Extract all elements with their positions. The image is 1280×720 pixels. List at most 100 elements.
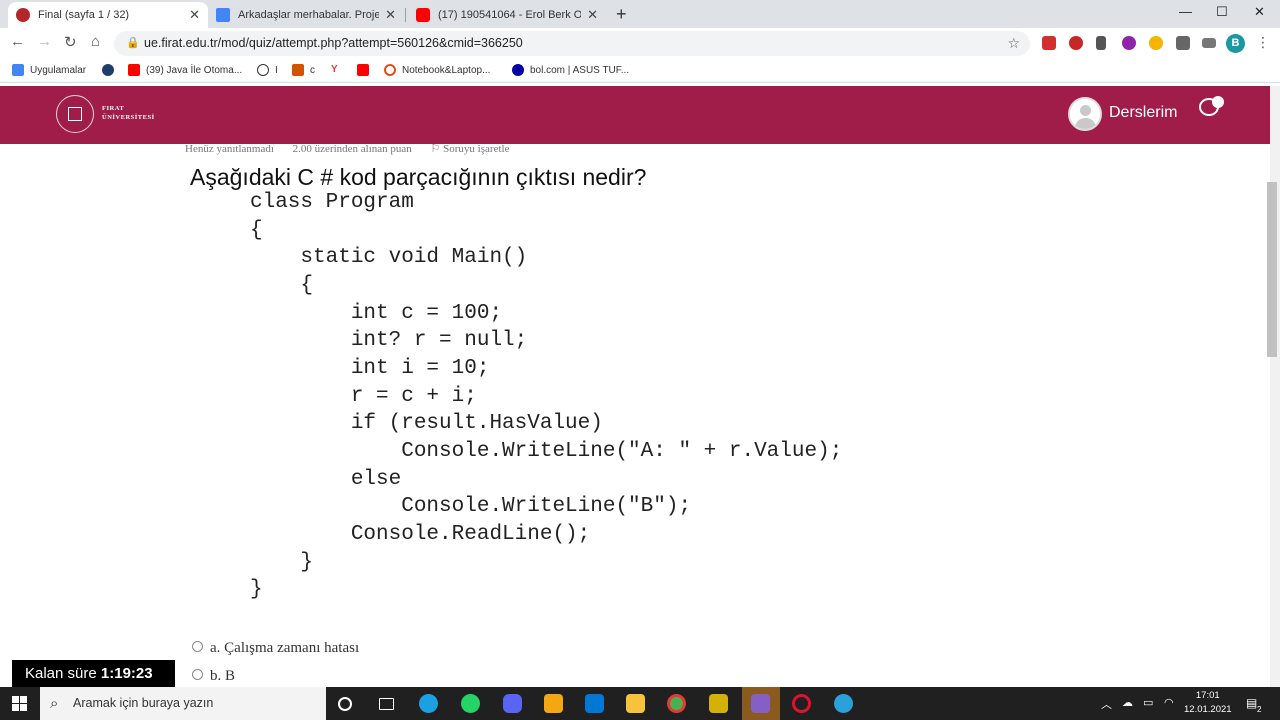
youtube-icon xyxy=(128,64,140,76)
bookmark-label: c xyxy=(310,64,315,76)
radio-button[interactable] xyxy=(192,669,203,680)
profile-avatar[interactable]: B xyxy=(1226,34,1245,53)
code-line: if (result.HasValue) xyxy=(250,412,603,435)
radio-button[interactable] xyxy=(192,641,203,652)
new-tab-button[interactable]: + xyxy=(616,4,627,25)
search-placeholder: Aramak için buraya yazın xyxy=(73,696,214,710)
opera-icon[interactable] xyxy=(792,694,811,713)
extension-badge-icon[interactable] xyxy=(1069,36,1083,50)
telegram-icon[interactable] xyxy=(834,694,853,713)
bookmark-label: Notebook&Laptop... xyxy=(402,64,491,76)
reading-list-icon[interactable] xyxy=(1202,38,1216,48)
extension-icon[interactable] xyxy=(1122,36,1136,50)
browser-toolbar: ← → ↻ ⌂ 🔒 ue.firat.edu.tr/mod/quiz/attem… xyxy=(0,28,1280,59)
home-icon[interactable]: ⌂ xyxy=(91,33,100,50)
whatsapp-icon[interactable] xyxy=(461,694,480,713)
flag-question-link[interactable]: ⚐ Soruyu işaretle xyxy=(431,143,510,155)
code-line: Console.ReadLine(); xyxy=(250,523,591,546)
folder-icon[interactable] xyxy=(626,694,645,713)
bookmark-label: bol.com | ASUS TUF... xyxy=(530,64,630,76)
youtube-favicon-icon xyxy=(416,8,430,22)
youtube-icon xyxy=(357,64,369,76)
bookmark-label: I xyxy=(275,64,278,76)
chevron-up-icon[interactable]: ︿ xyxy=(1101,696,1112,712)
forward-icon[interactable]: → xyxy=(37,33,52,50)
question-meta: Henüz yanıtlanmadı 2.00 üzerinden alınan… xyxy=(185,142,509,155)
bookmarks-bar: Uygulamalar (39) Java İle Otoma... I c Y… xyxy=(0,59,1280,83)
system-clock[interactable]: 17:01 12.01.2021 xyxy=(1184,689,1232,717)
answer-option-a[interactable]: a. Çalışma zamanı hatası xyxy=(192,640,359,657)
tool-icon[interactable] xyxy=(709,694,728,713)
bookmark-label: (39) Java İle Otoma... xyxy=(146,64,243,76)
scrollbar-thumb[interactable] xyxy=(1267,182,1277,357)
bookmark-bol[interactable]: bol.com | ASUS TUF... xyxy=(512,64,629,76)
bookmark-film[interactable] xyxy=(102,64,120,76)
address-bar[interactable]: 🔒 ue.firat.edu.tr/mod/quiz/attempt.php?a… xyxy=(114,31,1030,56)
cortana-icon[interactable] xyxy=(338,697,352,711)
windows-start-icon[interactable] xyxy=(12,696,28,712)
e-icon xyxy=(384,64,396,76)
bookmark-star-icon[interactable]: ☆ xyxy=(1007,31,1020,56)
task-view-icon[interactable] xyxy=(379,698,394,710)
tab-title: (17) 190541064 - Erol Berk Okud xyxy=(438,9,582,21)
back-icon[interactable]: ← xyxy=(10,33,25,50)
wifi-icon[interactable]: ◠ xyxy=(1164,696,1174,709)
puzzle-icon[interactable] xyxy=(1176,36,1190,50)
bookmark-label: Uygulamalar xyxy=(30,64,87,76)
code-line: int c = 100; xyxy=(250,302,503,325)
logo-line: FIRAT xyxy=(102,105,125,112)
bookmark-java[interactable]: (39) Java İle Otoma... xyxy=(128,64,242,76)
tab-title: Arkadaşlar merhabalar. Proje + R xyxy=(238,9,380,21)
close-icon[interactable]: ✕ xyxy=(385,7,396,23)
university-logo-icon[interactable] xyxy=(56,95,94,133)
y-icon: Y xyxy=(331,64,338,75)
chrome-icon[interactable] xyxy=(667,694,686,713)
bookmark-apps[interactable]: Uygulamalar xyxy=(12,64,86,76)
discord-icon[interactable] xyxy=(503,694,522,713)
question-text: Aşağıdaki C # kod parçacığının çıktısı n… xyxy=(190,164,647,190)
reload-icon[interactable]: ↻ xyxy=(64,33,77,51)
user-avatar[interactable] xyxy=(1068,97,1102,131)
bookmark-notebook[interactable]: Notebook&Laptop... xyxy=(384,64,490,76)
tab-title: Final (sayfa 1 / 32) xyxy=(38,9,130,21)
answer-option-b[interactable]: b. B xyxy=(192,668,235,685)
tab-separator xyxy=(405,8,406,22)
bookmark-y[interactable]: Y xyxy=(331,64,338,75)
people-icon xyxy=(292,64,304,76)
answer-label: a. Çalışma zamanı hatası xyxy=(210,640,360,656)
code-line: int i = 10; xyxy=(250,357,490,380)
close-icon[interactable]: ✕ xyxy=(189,7,200,23)
edge-icon[interactable] xyxy=(419,694,438,713)
close-icon[interactable]: ✕ xyxy=(587,7,598,23)
code-line: { xyxy=(250,274,314,297)
tab-final[interactable]: Final (sayfa 1 / 32) ✕ xyxy=(8,2,208,28)
page-scrollbar[interactable] xyxy=(1270,86,1280,687)
maximize-button[interactable]: ☐ xyxy=(1216,4,1228,20)
bookmark-people[interactable]: c xyxy=(292,64,315,76)
lock-icon[interactable]: 🔒 xyxy=(126,31,140,56)
tab-youtube[interactable]: (17) 190541064 - Erol Berk Okud ✕ xyxy=(408,2,606,28)
flag-icon: ⚐ xyxy=(430,143,441,155)
extension-icon[interactable] xyxy=(1042,36,1056,50)
taskbar-search[interactable]: ⌕ Aramak için buraya yazın xyxy=(40,687,326,720)
code-line: } xyxy=(250,578,263,601)
mail-icon[interactable] xyxy=(585,694,604,713)
my-courses-link[interactable]: Derslerim xyxy=(1109,104,1177,122)
close-window-button[interactable]: ✕ xyxy=(1254,4,1265,20)
clock-icon xyxy=(257,64,269,76)
bookmark-youtube[interactable] xyxy=(357,64,375,76)
tab-classroom[interactable]: Arkadaşlar merhabalar. Proje + R ✕ xyxy=(208,2,404,28)
bol-icon xyxy=(512,64,524,76)
bookmark-clock[interactable]: I xyxy=(257,64,278,76)
menu-kebab-icon[interactable]: ⋮ xyxy=(1256,34,1270,51)
store-icon[interactable] xyxy=(544,694,563,713)
notification-center-icon[interactable]: ▤ xyxy=(1246,696,1257,710)
classroom-favicon-icon xyxy=(216,8,230,22)
cloud-icon[interactable]: ☁ xyxy=(1122,696,1133,709)
battery-icon[interactable]: ▭ xyxy=(1143,696,1153,709)
visual-studio-icon[interactable] xyxy=(751,694,770,713)
extension-icon[interactable] xyxy=(1149,36,1163,50)
download-icon[interactable] xyxy=(1096,36,1106,50)
code-line: static void Main() xyxy=(250,246,528,269)
minimize-button[interactable]: — xyxy=(1179,4,1192,19)
